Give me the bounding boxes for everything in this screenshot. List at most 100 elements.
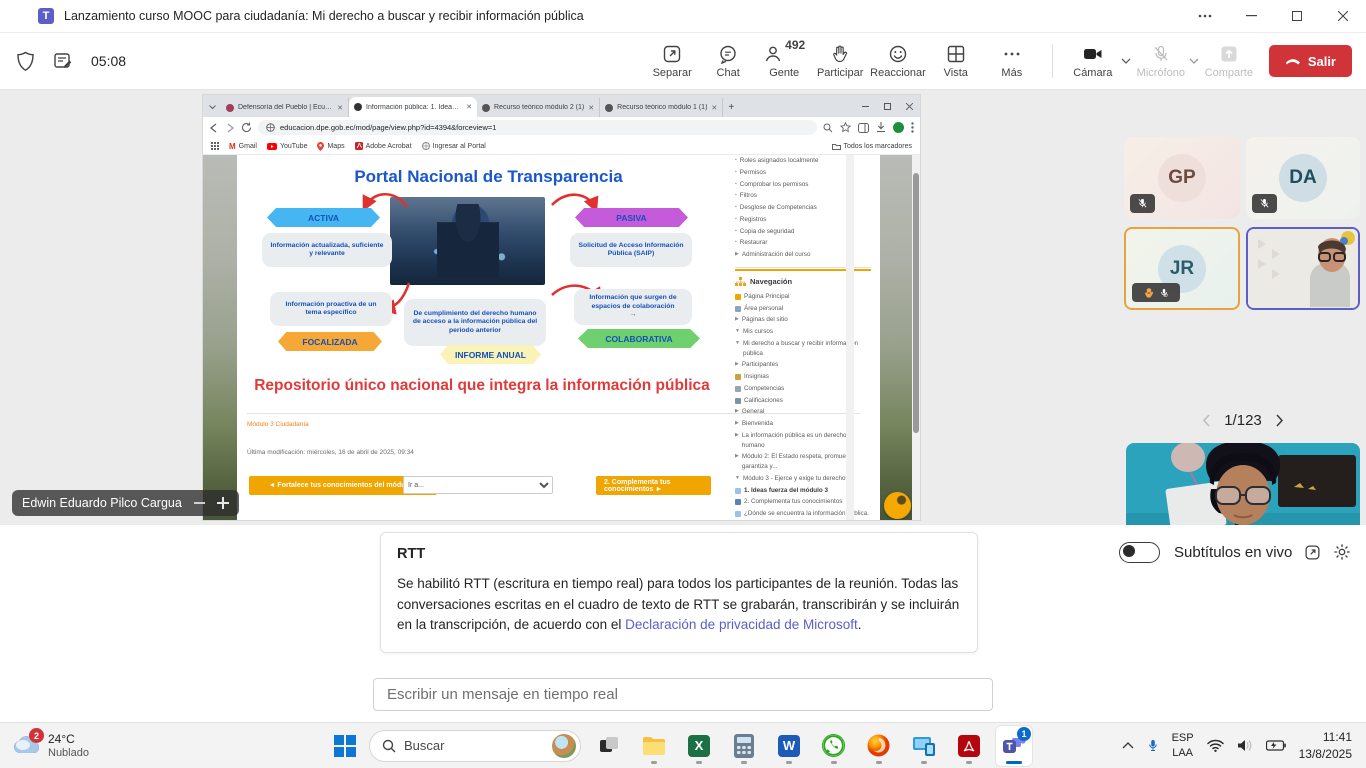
zoom-out-icon[interactable] <box>194 502 205 504</box>
tab-close-icon[interactable]: ✕ <box>711 104 717 112</box>
browser-tab-3[interactable]: Recurso teórico módulo 2 (1)✕ <box>477 98 600 117</box>
volume-icon[interactable] <box>1237 739 1253 752</box>
rtt-notes-icon[interactable] <box>53 51 73 71</box>
participant-tile-jr-hand-raised[interactable]: JR <box>1124 227 1240 310</box>
firefox-button[interactable] <box>861 726 897 766</box>
participant-tile-video[interactable] <box>1246 227 1360 310</box>
tab-close-icon[interactable]: ✕ <box>337 104 343 112</box>
browser-tab-1[interactable]: Defensoría del Pueblo | Ecuado✕ <box>221 98 349 117</box>
weather-widget[interactable]: 2 24°C Nublado <box>12 732 89 758</box>
bookmark-star-icon[interactable] <box>840 122 851 133</box>
reload-icon[interactable] <box>241 122 252 133</box>
next-module-button[interactable]: 2. Complementa tus conocimientos ► <box>596 476 711 495</box>
word-button[interactable]: W <box>771 726 807 766</box>
box-colaborativa: Información que surgen de espacios de co… <box>574 289 692 325</box>
browser-menu-icon[interactable] <box>911 122 914 133</box>
vista-button[interactable]: Vista <box>930 35 982 87</box>
browser-maximize-icon[interactable] <box>876 95 898 117</box>
back-icon[interactable] <box>209 123 219 133</box>
teams-notification-badge: 1 <box>1017 727 1031 741</box>
meeting-stage: Defensoría del Pueblo | Ecuado✕ Informac… <box>0 90 1366 525</box>
browser-minimize-icon[interactable] <box>854 95 876 117</box>
bookmark-youtube[interactable]: YouTube <box>267 143 308 150</box>
participants-pager: 1/123 <box>1126 412 1360 429</box>
gente-button[interactable]: 492 Gente <box>758 35 810 87</box>
pager-next-icon[interactable] <box>1276 414 1284 427</box>
pager-prev-icon[interactable] <box>1202 414 1210 427</box>
whatsapp-button[interactable] <box>816 726 852 766</box>
taskbar-search[interactable]: Buscar <box>369 730 581 762</box>
maximize-icon[interactable] <box>1274 0 1320 32</box>
zoom-in-icon[interactable] <box>217 497 229 509</box>
participant-tile-gp[interactable]: GP <box>1124 137 1240 219</box>
tray-mic-icon[interactable] <box>1147 738 1159 754</box>
forward-icon[interactable] <box>225 123 235 133</box>
bookmark-portal[interactable]: Ingresar al Portal <box>422 142 486 150</box>
browser-tab-2-active[interactable]: Información pública: 1. Ideas fu✕ <box>349 97 477 117</box>
privacy-statement-link[interactable]: Declaración de privacidad de Microsoft <box>625 617 858 632</box>
clock[interactable]: 11:41 13/8/2025 <box>1299 729 1352 761</box>
camara-button[interactable]: Cámara <box>1067 35 1119 87</box>
bookmark-acrobat[interactable]: Adobe Acrobat <box>355 142 412 150</box>
chat-button[interactable]: Chat <box>702 35 754 87</box>
banner-pasiva: PASIVA <box>575 208 688 227</box>
bookmark-gmail[interactable]: MGmail <box>229 142 257 151</box>
tab-close-icon[interactable]: ✕ <box>466 103 472 111</box>
close-icon[interactable] <box>1320 0 1366 32</box>
teams-button[interactable]: 1 <box>996 726 1032 766</box>
mas-button[interactable]: Más <box>986 35 1038 87</box>
language-indicator[interactable]: ESP LAA <box>1172 731 1194 760</box>
moodle-inner-scroll[interactable] <box>846 155 854 520</box>
captions-settings-gear-icon[interactable] <box>1333 543 1351 561</box>
acrobat-button[interactable] <box>951 726 987 766</box>
windows-taskbar: 2 24°C Nublado Buscar X W 1 ESP <box>0 722 1366 768</box>
tray-time: 11:41 <box>1299 729 1352 745</box>
site-info-icon[interactable] <box>266 123 275 132</box>
profile-avatar[interactable] <box>893 122 904 133</box>
browser-tab-4[interactable]: Recurso teórico módulo 1 (1)✕ <box>600 98 723 117</box>
tray-chevron-up-icon[interactable] <box>1122 742 1134 749</box>
start-button[interactable] <box>325 726 365 766</box>
repositorio-heading: Repositorio único nacional que integra l… <box>247 377 717 395</box>
popout-captions-icon[interactable] <box>1304 544 1321 561</box>
zoom-page-icon[interactable] <box>823 123 833 133</box>
gmail-icon: M <box>229 142 236 151</box>
tab-close-icon[interactable]: ✕ <box>588 104 594 112</box>
salir-button[interactable]: Salir <box>1269 45 1352 77</box>
participar-button[interactable]: Participar <box>814 35 866 87</box>
more-options-icon[interactable] <box>1182 0 1228 32</box>
camera-dropdown-icon[interactable] <box>1121 58 1131 64</box>
task-view-button[interactable] <box>591 726 627 766</box>
connect-device-button[interactable] <box>906 726 942 766</box>
side-panel-icon[interactable] <box>858 123 869 133</box>
teams-logo-icon: T <box>38 8 54 24</box>
excel-button[interactable]: X <box>681 726 717 766</box>
all-bookmarks[interactable]: Todos los marcadores <box>832 143 912 150</box>
new-tab-icon[interactable]: + <box>723 98 739 117</box>
download-icon[interactable] <box>876 122 886 133</box>
help-fab-button[interactable] <box>884 492 911 519</box>
apps-grid-icon[interactable] <box>211 142 219 150</box>
mic-dropdown-icon[interactable] <box>1189 58 1199 64</box>
separar-button[interactable]: Separar <box>646 35 698 87</box>
url-field[interactable]: educacion.dpe.gob.ec/mod/page/view.php?i… <box>258 120 817 135</box>
shield-icon[interactable] <box>16 51 35 72</box>
battery-icon[interactable] <box>1266 740 1286 751</box>
reaccionar-button[interactable]: Reaccionar <box>870 35 926 87</box>
file-explorer-button[interactable] <box>636 726 672 766</box>
browser-close-icon[interactable] <box>898 95 920 117</box>
browser-scrollbar[interactable] <box>912 155 920 520</box>
minimize-icon[interactable] <box>1228 0 1274 32</box>
microfono-button[interactable]: Micrófono <box>1135 35 1187 87</box>
wifi-icon[interactable] <box>1207 739 1224 752</box>
bookmark-maps[interactable]: Maps <box>317 142 344 151</box>
weather-temp: 24°C <box>48 732 89 746</box>
module-link[interactable]: Módulo 3 Ciudadanía <box>247 421 309 428</box>
comparte-button[interactable]: Comparte <box>1203 35 1255 87</box>
calculator-button[interactable] <box>726 726 762 766</box>
captions-toggle[interactable] <box>1119 542 1160 563</box>
tab-search-icon[interactable] <box>203 98 221 117</box>
participant-tile-da[interactable]: DA <box>1246 137 1360 219</box>
rtt-message-input[interactable] <box>373 678 993 711</box>
jump-to-select[interactable]: Ir a... <box>403 476 553 494</box>
